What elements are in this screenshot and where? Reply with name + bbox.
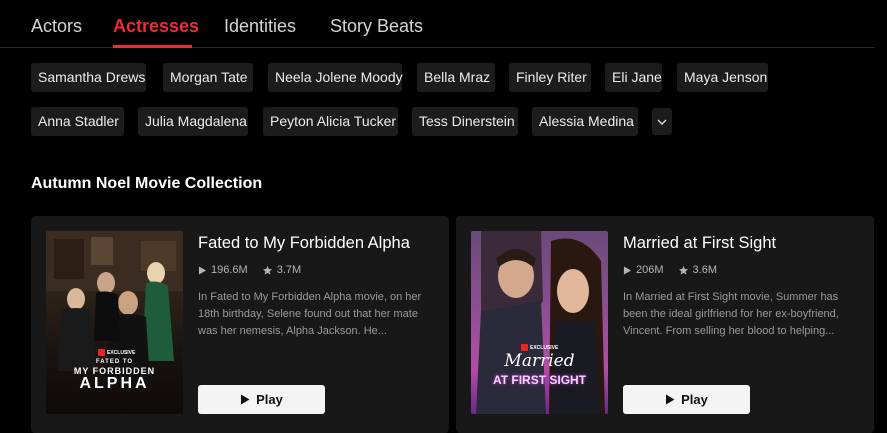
movie-description: In Married at First Sight movie, Summer … (623, 291, 839, 337)
chip-actress[interactable]: Morgan Tate (163, 63, 253, 92)
chip-actress[interactable]: Neela Jolene Moody (268, 63, 403, 92)
rating-stat: 3.6M (678, 264, 717, 276)
chip-actress[interactable]: Eli Jane (605, 63, 662, 92)
play-label: Play (681, 392, 708, 407)
chip-actress[interactable]: Samantha Drews (31, 63, 146, 92)
play-icon (623, 265, 632, 275)
views-stat: 196.6M (198, 264, 248, 276)
poster-title-line: FATED TO (95, 359, 134, 365)
chip-actress[interactable]: Tess Dinerstein (412, 107, 518, 136)
chip-actress[interactable]: Alessia Medina (532, 107, 638, 136)
play-button[interactable]: Play (198, 385, 325, 414)
rating-count: 3.6M (692, 264, 717, 276)
chip-actress[interactable]: Bella Mraz (417, 63, 495, 92)
play-button[interactable]: Play (623, 385, 750, 414)
movie-description: In Fated to My Forbidden Alpha movie, on… (198, 291, 422, 337)
movie-title[interactable]: Fated to My Forbidden Alpha (198, 234, 410, 253)
movie-poster[interactable]: EXCLUSIVE FATED TO MY FORBIDDEN ALPHA (46, 231, 183, 414)
play-label: Play (256, 392, 283, 407)
poster-title-line: Married (504, 351, 575, 371)
exclusive-badge: EXCLUSIVE (521, 344, 558, 351)
tab-actors[interactable]: Actors (31, 16, 82, 37)
movie-card[interactable]: EXCLUSIVE FATED TO MY FORBIDDEN ALPHA Fa… (31, 216, 449, 433)
poster-title-line: ALPHA (79, 375, 150, 392)
chip-actress[interactable]: Finley Riter (509, 63, 591, 92)
star-icon (262, 265, 272, 275)
exclusive-badge: EXCLUSIVE (98, 349, 135, 356)
movie-stats: 206M 3.6M (623, 264, 731, 276)
section-title: Autumn Noel Movie Collection (31, 175, 263, 192)
category-tabs: Actors Actresses Identities Story Beats (0, 0, 874, 48)
tab-story-beats[interactable]: Story Beats (330, 16, 423, 37)
movie-card[interactable]: EXCLUSIVE Married AT FIRST SIGHT Married… (456, 216, 874, 433)
play-icon (198, 265, 207, 275)
chip-actress[interactable]: Julia Magdalena (138, 107, 248, 136)
views-count: 206M (636, 264, 664, 276)
views-count: 196.6M (211, 264, 248, 276)
rating-count: 3.7M (276, 264, 302, 276)
views-stat: 206M (623, 264, 664, 276)
movie-title[interactable]: Married at First Sight (623, 234, 776, 253)
tab-identities[interactable]: Identities (224, 16, 296, 37)
active-tab-indicator (113, 45, 192, 48)
poster-title-line: AT FIRST SIGHT (492, 373, 587, 387)
chevron-down-icon (657, 119, 667, 125)
movie-stats: 196.6M 3.7M (198, 264, 315, 276)
expand-chips-button[interactable] (652, 108, 672, 135)
tab-actresses[interactable]: Actresses (113, 16, 199, 37)
movie-poster[interactable]: EXCLUSIVE Married AT FIRST SIGHT (471, 231, 608, 414)
play-icon (241, 394, 250, 405)
play-icon (666, 394, 675, 405)
chip-actress[interactable]: Peyton Alicia Tucker (263, 107, 398, 136)
chip-actress[interactable]: Anna Stadler (31, 107, 124, 136)
rating-stat: 3.7M (262, 264, 301, 276)
chip-actress[interactable]: Maya Jenson (677, 63, 768, 92)
star-icon (678, 265, 688, 275)
